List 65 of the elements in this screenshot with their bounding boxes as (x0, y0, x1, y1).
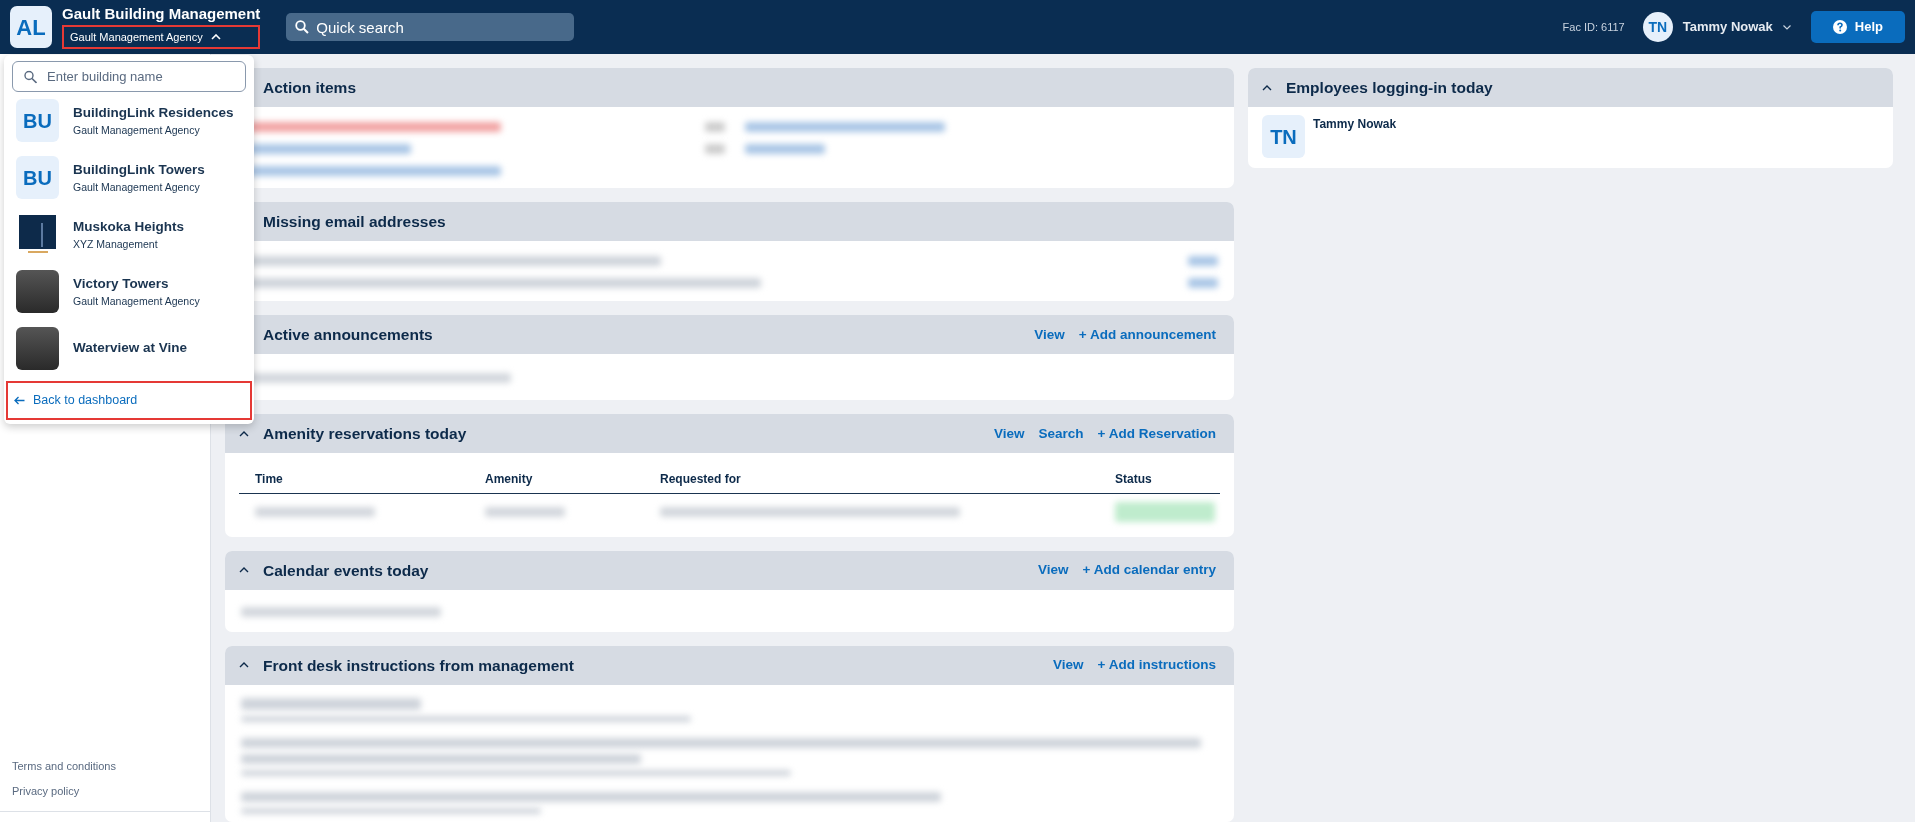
agency-name: Gault Management Agency (73, 179, 201, 195)
building-name: Waterview at Vine (73, 339, 188, 358)
company-name: Gault Building Management (62, 4, 261, 22)
panel-title: Action items (263, 77, 357, 98)
blurred-text (1188, 278, 1218, 289)
chevron-up-icon (1262, 84, 1272, 91)
panel-action-link[interactable]: + Add Reservation (1097, 423, 1216, 444)
building-logo (16, 213, 59, 256)
panel-action-link[interactable]: + Add announcement (1078, 324, 1216, 345)
user-name[interactable]: Tammy Nowak (1682, 17, 1773, 37)
user-avatar: TN (1642, 12, 1673, 42)
help-icon (1832, 20, 1847, 34)
building-item[interactable]: Victory Towers Gault Management Agency (12, 263, 246, 320)
blurred-text (1188, 256, 1218, 267)
logo-badge[interactable]: AL (10, 6, 52, 48)
building-item[interactable]: Waterview at Vine (12, 320, 246, 377)
chevron-icon (210, 34, 221, 41)
column-header: Time (255, 471, 284, 489)
panel-action-link[interactable]: View (1034, 324, 1065, 345)
panel-title: Calendar events today (263, 560, 430, 581)
employee-name: Tammy Nowak (1313, 116, 1397, 133)
building-name: Muskoka Heights (73, 217, 185, 236)
agency-name: Gault Management Agency (73, 122, 201, 138)
building-initials: BU (16, 99, 59, 142)
building-name: BuildingLink Towers (73, 160, 205, 179)
footer-link[interactable]: Privacy policy (12, 782, 198, 799)
facility-id: Fac ID: 6117 (1562, 19, 1625, 35)
building-item[interactable]: BU BuildingLink Residences Gault Management Agency (12, 92, 246, 149)
chevron-down-icon (1782, 24, 1791, 30)
building-name: Victory Towers (73, 274, 170, 293)
blurred-text (705, 144, 725, 154)
building-search-field[interactable]: Enter building name (12, 61, 246, 92)
search-field[interactable]: Quick search (286, 13, 575, 41)
building-item[interactable]: Muskoka Heights XYZ Management (12, 206, 246, 263)
panel-action-link[interactable]: View (994, 423, 1025, 444)
panel-title: Active announcements (263, 325, 434, 346)
agency-name: Gault Management Agency (73, 293, 200, 309)
panel-action-link[interactable]: View (1053, 655, 1084, 676)
employee-avatar: TN (1262, 115, 1305, 158)
column-header: Requested for (660, 471, 742, 489)
building-item[interactable]: BU BuildingLink Towers Gault Management Agency (12, 149, 246, 206)
building-initials: BU (16, 156, 59, 199)
back-to-dashboard-link[interactable]: Back to dashboard (6, 381, 252, 420)
panel-action-link[interactable]: View (1038, 560, 1069, 581)
help-button[interactable]: Help (1810, 11, 1905, 43)
panel-title: Front desk instructions from management (263, 655, 575, 676)
arrow-left-icon (14, 395, 25, 405)
building-name: BuildingLink Residences (73, 103, 234, 122)
chevron-up-icon (239, 662, 249, 669)
column-header: Status (1115, 471, 1153, 489)
blurred-text (705, 122, 725, 132)
agency-switcher[interactable]: Gault Management Agency (62, 24, 261, 50)
panel-action-link[interactable]: + Add calendar entry (1082, 560, 1216, 581)
panel-title: Amenity reservations today (263, 424, 468, 445)
column-header: Amenity (485, 471, 534, 489)
photo-placeholder (16, 327, 59, 370)
agency-name: XYZ Management (73, 236, 159, 252)
chevron-up-icon (239, 430, 249, 437)
panel-title: Employees logging-in today (1286, 77, 1494, 98)
chevron-up-icon (239, 567, 249, 574)
panel-action-link[interactable]: + Add instructions (1097, 655, 1216, 676)
footer-link[interactable]: Terms and conditions (12, 758, 198, 775)
panel-action-link[interactable]: Search (1038, 423, 1084, 444)
photo-placeholder (16, 270, 59, 313)
panel-title: Missing email addresses (263, 212, 447, 233)
